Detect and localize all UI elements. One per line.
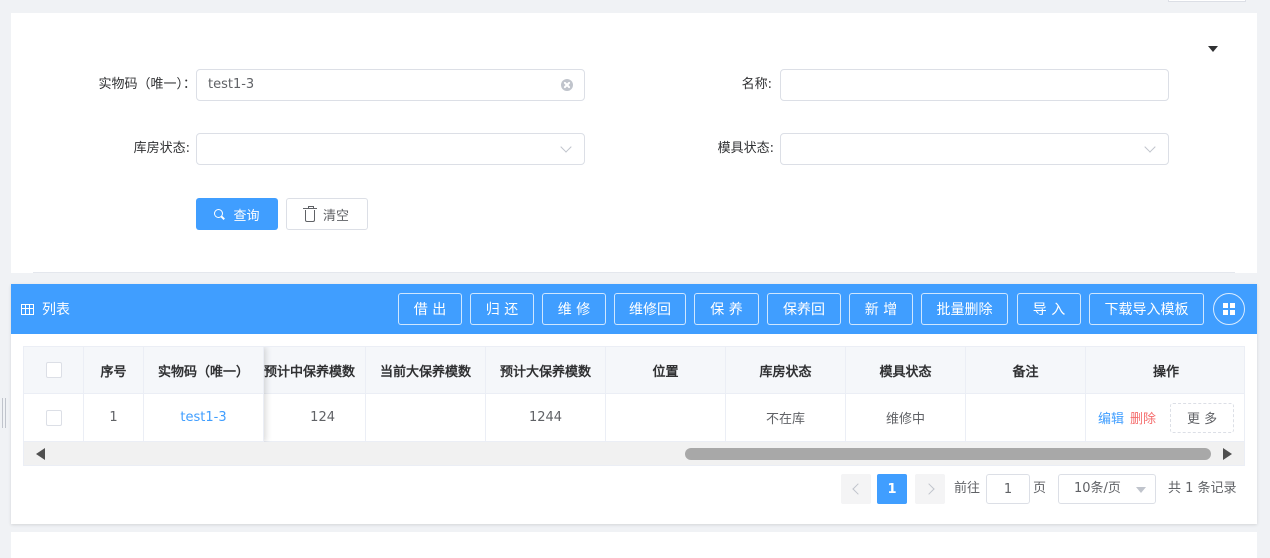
list-panel: 列表 借 出 归 还 维 修 维修回 保 养 保养回 新 增 批量删除 导 入 … [11, 284, 1257, 524]
name-label: 名称: [741, 77, 772, 92]
query-button[interactable]: 查询 [196, 198, 278, 230]
clear-input-icon[interactable] [561, 79, 573, 91]
list-title: 列表 [21, 284, 70, 334]
trash-icon [302, 205, 317, 222]
search-panel: 实物码（唯一）： test1-3 名称: 库房状态: 模具状态: 查询 清空 [11, 13, 1257, 273]
column-header: 位置 [606, 347, 726, 394]
row-checkbox[interactable] [45, 409, 62, 426]
lend-button[interactable]: 借 出 [398, 293, 462, 325]
divider [33, 272, 1235, 273]
column-header: 备注 [966, 347, 1086, 394]
bottom-panel [11, 532, 1257, 558]
next-page-button[interactable] [915, 474, 945, 504]
mold-status-select[interactable] [780, 133, 1169, 165]
add-button[interactable]: 新 增 [849, 293, 913, 325]
column-header: 序号 [84, 347, 144, 394]
column-header: 当前大保养模数 [366, 347, 486, 394]
goto-prefix: 前往 [954, 481, 981, 496]
query-button-label: 查询 [233, 208, 260, 224]
page-size-select[interactable]: 10条/页 [1058, 474, 1156, 504]
warehouse-status-select[interactable] [196, 133, 585, 165]
layout-grid-icon [1222, 302, 1236, 316]
column-header: 预计大保养模数 [486, 347, 606, 394]
code-input[interactable]: test1-3 [196, 69, 585, 101]
goto-page-input[interactable]: 1 [986, 474, 1030, 504]
cell-location [606, 394, 726, 442]
clear-button-label: 清空 [322, 208, 349, 224]
column-header: 实物码（唯一） [144, 347, 264, 394]
pagination: 1 前往 1 页 10条/页 共 1 条记录 [11, 474, 1257, 504]
cell-warehouse-status: 不在库 [726, 394, 846, 442]
cell-actions: 编辑 删除 更 多 [1086, 394, 1244, 442]
list-header: 列表 借 出 归 还 维 修 维修回 保 养 保养回 新 增 批量删除 导 入 … [11, 284, 1257, 334]
row-select[interactable] [24, 394, 84, 442]
more-button[interactable]: 更 多 [1170, 402, 1235, 433]
maintain-return-button[interactable]: 保养回 [767, 293, 841, 325]
chevron-left-icon [851, 483, 864, 495]
warehouse-status-label: 库房状态: [133, 141, 190, 156]
column-header: 操作 [1086, 347, 1244, 394]
chevron-down-icon [1144, 141, 1156, 153]
cell-code-link[interactable]: test1-3 [144, 394, 264, 442]
return-button[interactable]: 归 还 [470, 293, 534, 325]
mold-status-label: 模具状态: [717, 141, 774, 156]
cell-index: 1 [84, 394, 144, 442]
resize-handle[interactable] [2, 398, 6, 428]
import-button[interactable]: 导 入 [1017, 293, 1081, 325]
layout-toggle-button[interactable] [1213, 293, 1245, 325]
repair-return-button[interactable]: 维修回 [614, 293, 686, 325]
scroll-right-icon[interactable] [1223, 448, 1232, 460]
cell-current-major-maintenance [366, 394, 486, 442]
chevron-down-icon [560, 141, 572, 153]
list-title-label: 列表 [42, 302, 70, 318]
column-header: 预计中保养模数 [264, 347, 366, 394]
scroll-left-icon[interactable] [36, 448, 45, 460]
delete-link[interactable]: 删除 [1130, 408, 1156, 427]
code-input-value: test1-3 [208, 77, 255, 92]
cell-mold-status: 维修中 [846, 394, 966, 442]
collapse-caret-icon[interactable] [1208, 46, 1218, 52]
search-icon [214, 208, 225, 220]
goto-suffix: 页 [1033, 481, 1047, 496]
horizontal-scrollbar[interactable] [24, 442, 1244, 465]
column-header: 模具状态 [846, 347, 966, 394]
repair-button[interactable]: 维 修 [542, 293, 606, 325]
batch-delete-button[interactable]: 批量删除 [921, 293, 1008, 325]
cell-expected-major-maintenance: 1244 [486, 394, 606, 442]
scrollbar-thumb[interactable] [685, 448, 1211, 460]
prev-page-button[interactable] [841, 474, 871, 504]
page-size-value: 10条/页 [1074, 481, 1121, 496]
data-table: 序号 实物码（唯一） 预计中保养模数 当前大保养模数 预计大保养模数 位置 库房… [23, 346, 1245, 466]
chevron-right-icon [922, 483, 935, 495]
caret-down-icon [1136, 487, 1146, 493]
page-number-current[interactable]: 1 [877, 474, 907, 504]
edit-link[interactable]: 编辑 [1098, 408, 1124, 427]
select-all-checkbox[interactable] [45, 362, 62, 378]
column-header: 库房状态 [726, 347, 846, 394]
table-grid-icon [21, 303, 34, 315]
total-records: 共 1 条记录 [1168, 481, 1237, 496]
cell-expected-mid-maintenance: 124 [264, 394, 366, 442]
name-input[interactable] [780, 69, 1169, 101]
header-select-all[interactable] [24, 347, 84, 394]
top-tab-stub [1168, 0, 1246, 2]
download-template-button[interactable]: 下载导入模板 [1089, 293, 1204, 325]
maintain-button[interactable]: 保 养 [694, 293, 759, 325]
clear-button[interactable]: 清空 [286, 198, 368, 230]
code-label: 实物码（唯一）： [98, 77, 196, 92]
cell-remark [966, 394, 1086, 442]
